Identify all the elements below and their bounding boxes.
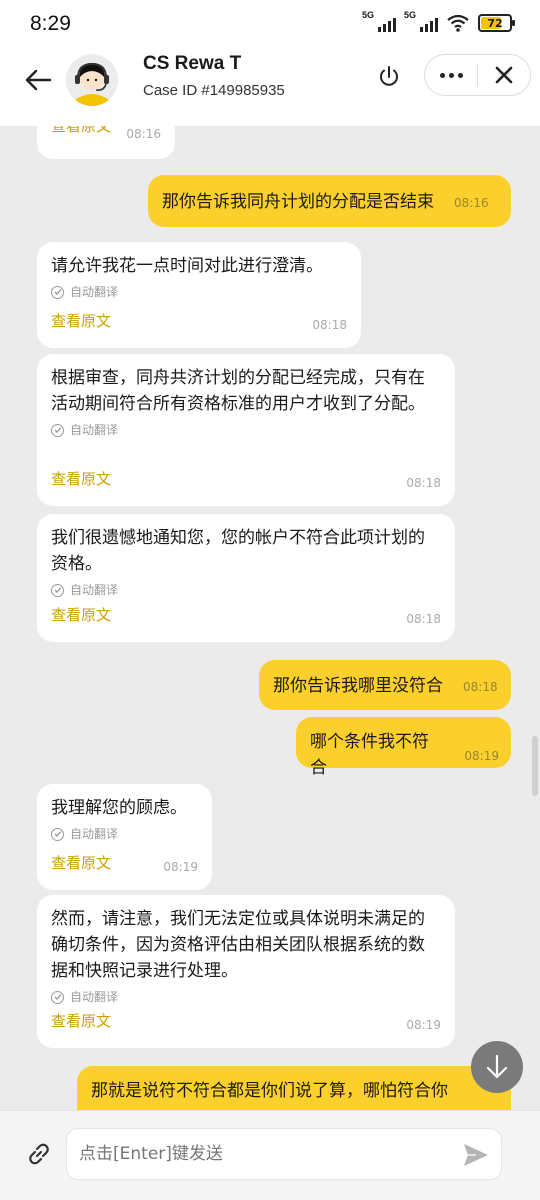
chat-header: CS Rewa T Case ID #149985935 <box>0 50 540 126</box>
message-incoming: 我理解您的顾虑。 自动翻译 查看原文 08:19 <box>37 784 212 890</box>
back-button[interactable] <box>20 62 56 98</box>
send-button[interactable] <box>460 1140 492 1170</box>
message-time: 08:16 <box>454 196 489 210</box>
message-outgoing: 那就是说符不符合都是你们说了算，哪怕符合你 <box>77 1066 511 1110</box>
power-icon <box>380 66 398 86</box>
message-text: 那你告诉我同舟计划的分配是否结束 <box>162 192 434 212</box>
check-circle-icon <box>51 990 64 1004</box>
message-time: 08:18 <box>312 318 347 332</box>
status-time: 8:29 <box>30 12 71 35</box>
auto-translate-label: 自动翻译 <box>37 825 212 843</box>
battery-icon: 72 <box>478 14 515 32</box>
message-outgoing: 那你告诉我哪里没符合 08:18 <box>259 660 511 710</box>
auto-translate-label: 自动翻译 <box>37 421 455 439</box>
message-text: 根据审查，同舟共济计划的分配已经完成，只有在活动期间符合所有资格标准的用户才收到… <box>51 368 425 414</box>
attach-button[interactable] <box>22 1137 56 1171</box>
auto-translate-label: 自动翻译 <box>37 283 361 301</box>
auto-translate-label: 自动翻译 <box>37 988 455 1006</box>
link-icon <box>29 1143 49 1165</box>
avatar[interactable] <box>66 54 118 106</box>
arrow-left-icon <box>25 69 52 91</box>
end-chat-button[interactable] <box>372 60 406 94</box>
scrollbar[interactable] <box>532 736 538 796</box>
view-original-link[interactable]: 查看原文 <box>51 1008 111 1034</box>
close-button[interactable] <box>478 55 530 95</box>
message-text: 请允许我花一点时间对此进行澄清。 <box>51 256 323 276</box>
message-time: 08:16 <box>126 127 161 141</box>
status-bar: 8:29 5G 5G 72 <box>0 0 540 50</box>
more-button[interactable] <box>425 55 477 95</box>
check-circle-icon <box>51 423 64 437</box>
check-circle-icon <box>51 285 64 299</box>
message-outgoing: 那你告诉我同舟计划的分配是否结束 08:16 <box>148 175 511 227</box>
message-text: 哪个条件我不符合 <box>310 732 429 778</box>
message-text: 那你告诉我哪里没符合 <box>273 676 443 696</box>
more-dots-icon <box>439 72 463 78</box>
view-original-link[interactable]: 查看原文 <box>51 850 111 876</box>
message-incoming: 我们很遗憾地通知您，您的帐户不符合此项计划的资格。 自动翻译 查看原文 08:1… <box>37 514 455 642</box>
close-icon <box>495 66 513 84</box>
view-original-link[interactable]: 查看原文 <box>51 308 111 334</box>
message-time: 08:19 <box>163 860 198 874</box>
miniprogram-capsule <box>424 54 531 96</box>
message-time: 08:18 <box>406 476 441 490</box>
message-incoming: 根据审查，同舟共济计划的分配已经完成，只有在活动期间符合所有资格标准的用户才收到… <box>37 354 455 506</box>
check-circle-icon <box>51 583 64 597</box>
composer <box>0 1110 540 1200</box>
signal-icon: 5G <box>404 10 438 32</box>
case-id: Case ID #149985935 <box>143 82 285 99</box>
send-icon <box>464 1144 488 1166</box>
scroll-to-bottom-button[interactable] <box>471 1041 523 1093</box>
message-list[interactable]: 查看原文 08:16 那你告诉我同舟计划的分配是否结束 08:16 请允许我花一… <box>0 126 540 1110</box>
check-circle-icon <box>51 827 64 841</box>
message-text: 我们很遗憾地通知您，您的帐户不符合此项计划的资格。 <box>51 528 425 574</box>
message-text: 我理解您的顾虑。 <box>51 798 187 818</box>
message-incoming: 查看原文 08:16 <box>37 126 175 159</box>
message-input[interactable] <box>66 1128 502 1180</box>
arrow-down-icon <box>486 1054 508 1079</box>
wifi-icon <box>447 14 469 32</box>
message-outgoing: 哪个条件我不符合 08:19 <box>296 717 511 778</box>
view-original-link[interactable]: 查看原文 <box>51 466 111 492</box>
signal-icon: 5G <box>362 10 396 32</box>
message-time: 08:19 <box>464 749 499 763</box>
message-time: 08:18 <box>406 612 441 626</box>
view-original-link[interactable]: 查看原文 <box>51 126 111 139</box>
agent-avatar-icon <box>66 54 118 106</box>
view-original-link[interactable]: 查看原文 <box>51 602 111 628</box>
auto-translate-label: 自动翻译 <box>37 581 455 599</box>
message-incoming: 然而，请注意，我们无法定位或具体说明未满足的确切条件，因为资格评估由相关团队根据… <box>37 895 455 1048</box>
message-incoming: 请允许我花一点时间对此进行澄清。 自动翻译 查看原文 08:18 <box>37 242 361 348</box>
message-time: 08:18 <box>463 680 498 694</box>
contact-name: CS Rewa T <box>143 53 242 74</box>
status-icons: 5G 5G 72 <box>362 10 515 32</box>
message-time: 08:19 <box>406 1018 441 1032</box>
message-text: 然而，请注意，我们无法定位或具体说明未满足的确切条件，因为资格评估由相关团队根据… <box>51 909 425 981</box>
message-text: 那就是说符不符合都是你们说了算，哪怕符合你 <box>91 1081 448 1101</box>
